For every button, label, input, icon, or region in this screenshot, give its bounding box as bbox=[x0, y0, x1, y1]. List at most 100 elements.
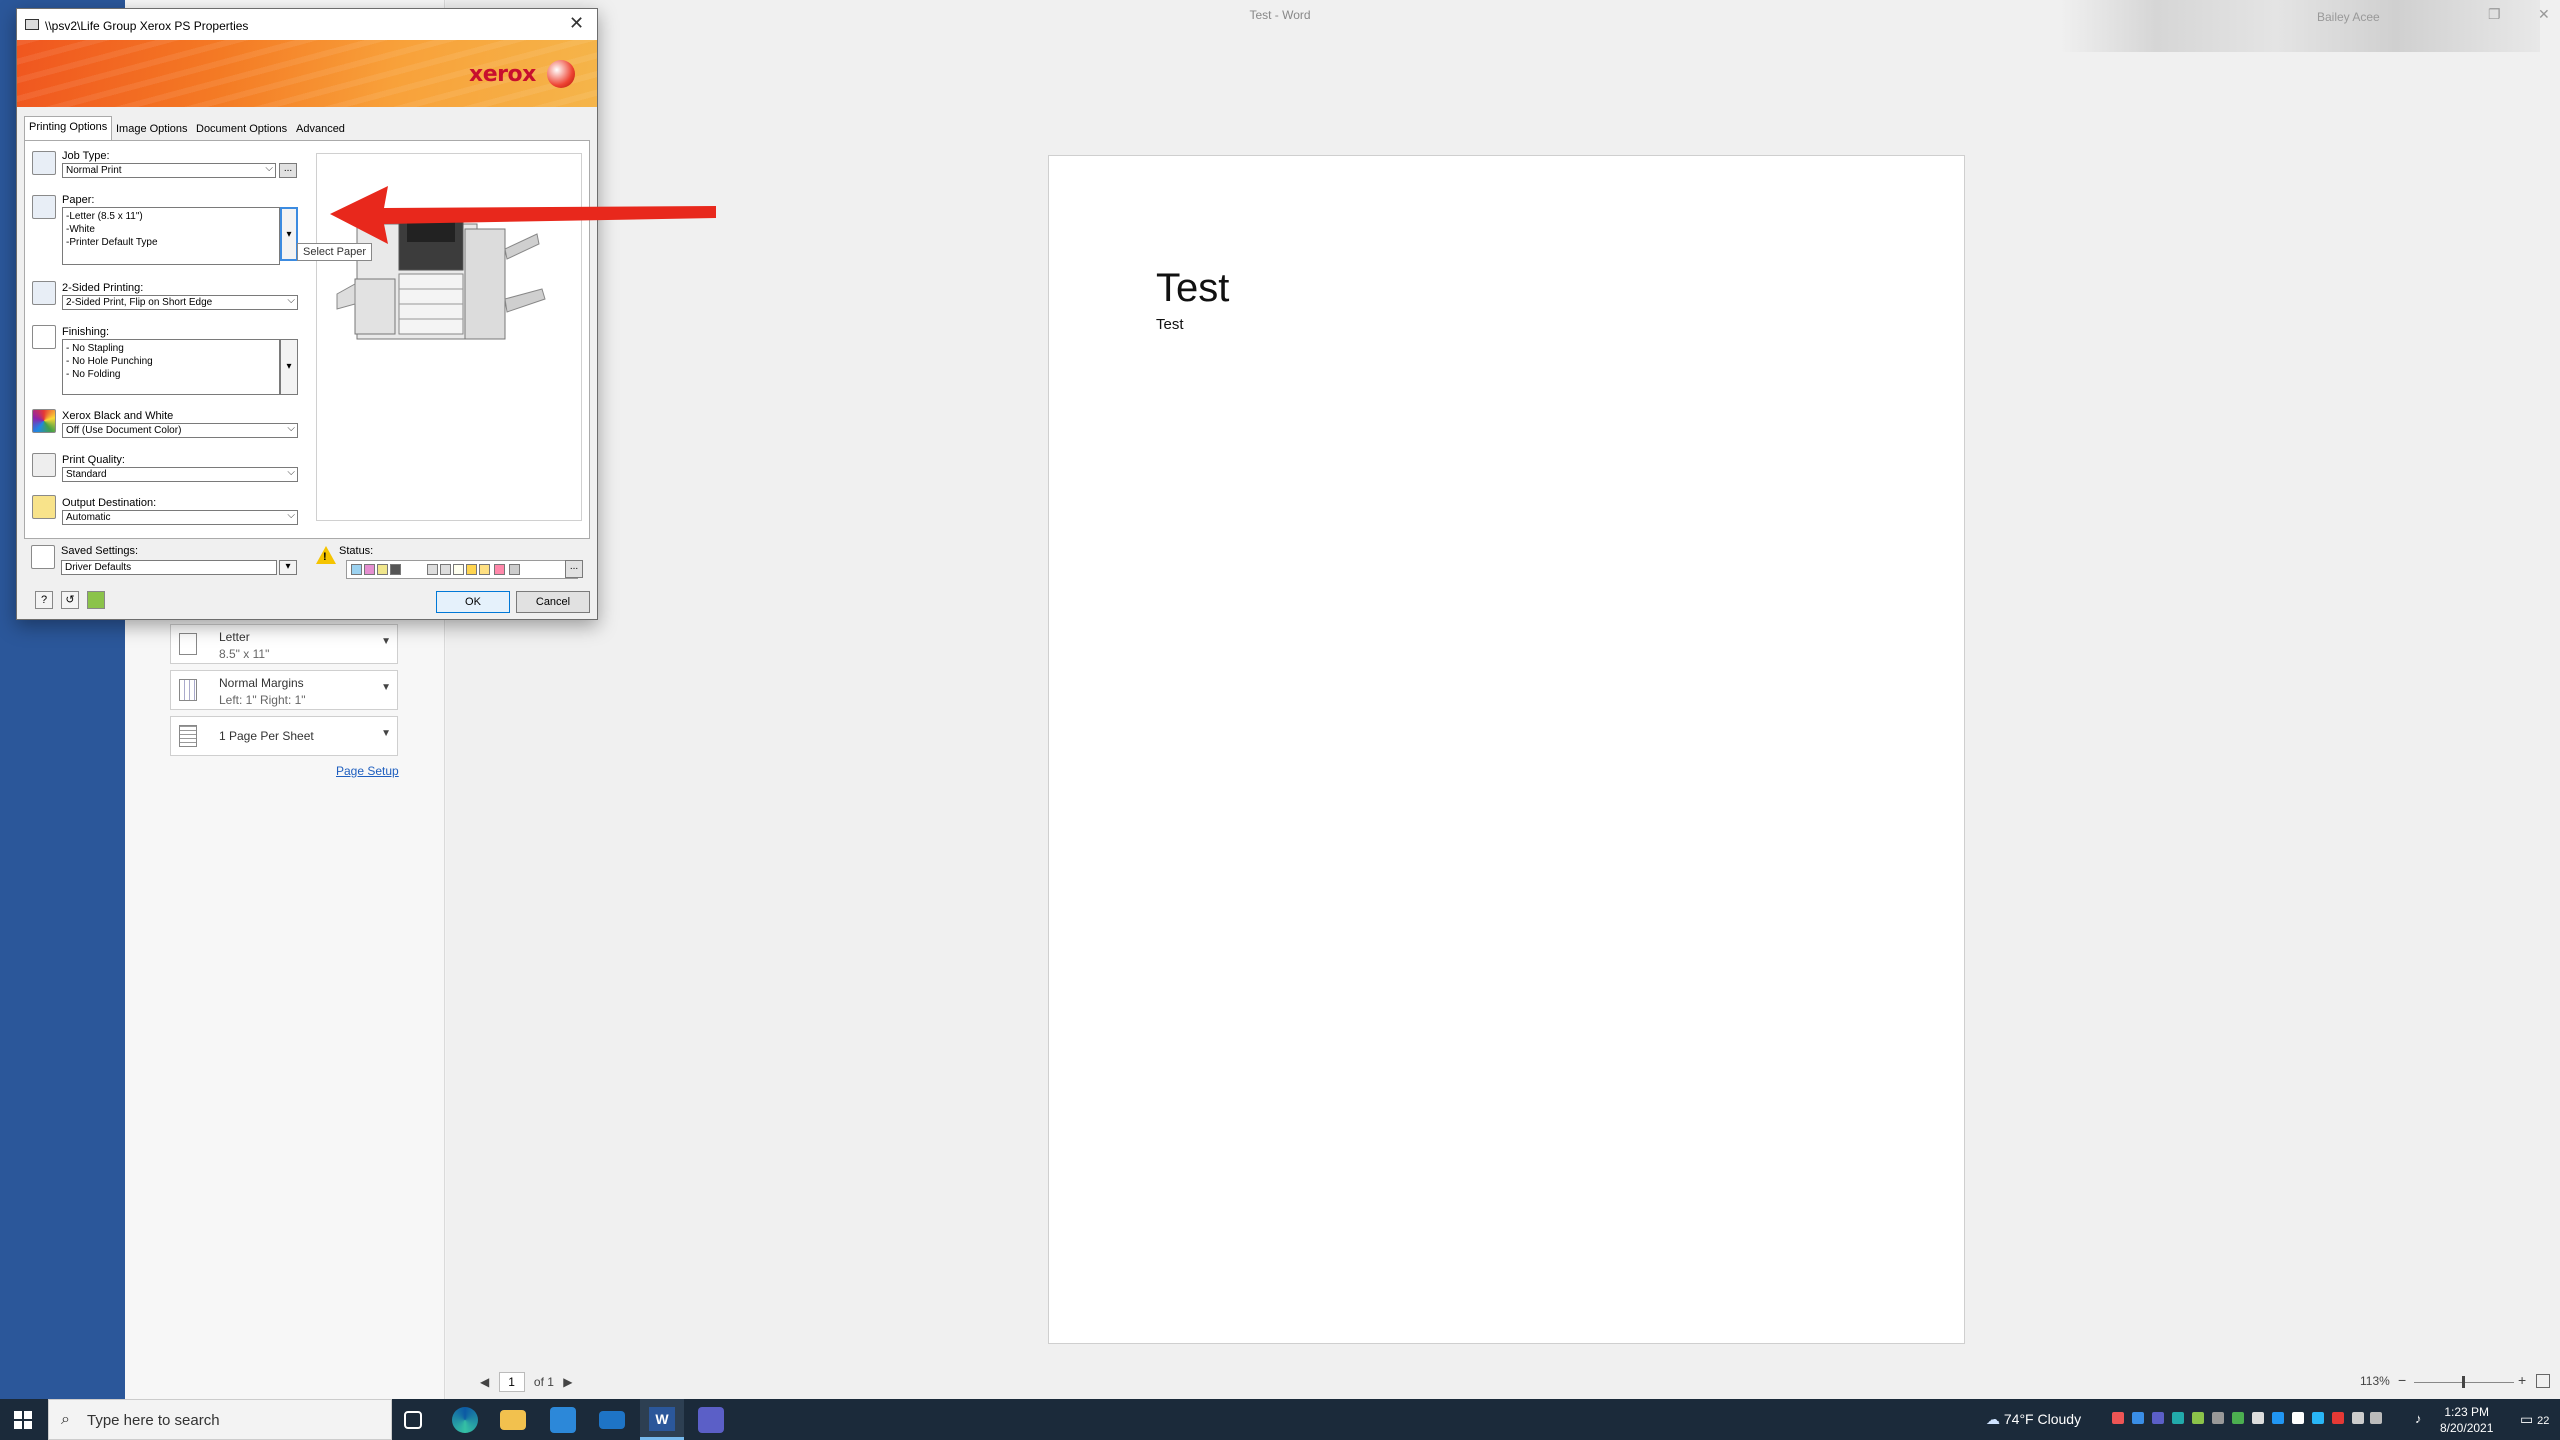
cancel-button[interactable]: Cancel bbox=[516, 591, 590, 613]
word-icon: W bbox=[649, 1407, 675, 1431]
two-sided-select[interactable]: 2-Sided Print, Flip on Short Edge ⌵ bbox=[62, 295, 298, 310]
teams-tray-icon[interactable] bbox=[2152, 1412, 2164, 1424]
dialog-title: \\psv2\Life Group Xerox PS Properties bbox=[45, 19, 249, 33]
close-icon[interactable]: ✕ bbox=[569, 13, 584, 34]
chevron-down-icon: ⌵ bbox=[265, 163, 273, 174]
zoom-out-icon[interactable]: − bbox=[2398, 1372, 2406, 1388]
color-mode-icon bbox=[32, 409, 56, 433]
output-destination-select[interactable]: Automatic ⌵ bbox=[62, 510, 298, 525]
tray-app-icon[interactable] bbox=[2172, 1412, 2184, 1424]
weather-widget[interactable]: ☁ 74°F Cloudy bbox=[1986, 1411, 2081, 1428]
finishing-summary-box[interactable]: - No Stapling - No Hole Punching - No Fo… bbox=[62, 339, 280, 395]
job-type-icon bbox=[32, 151, 56, 175]
print-quality-select[interactable]: Standard ⌵ bbox=[62, 467, 298, 482]
chevron-down-icon: ⌵ bbox=[287, 295, 295, 306]
paper-size-setting[interactable]: Letter 8.5" x 11" ▼ bbox=[170, 624, 398, 664]
tray-app-icon[interactable] bbox=[2312, 1412, 2324, 1424]
warning-mark: ! bbox=[323, 551, 327, 563]
onedrive-icon[interactable] bbox=[2132, 1412, 2144, 1424]
tray-app-icon[interactable] bbox=[2232, 1412, 2244, 1424]
tray-app-icon[interactable] bbox=[2292, 1412, 2304, 1424]
paper-size-icon bbox=[179, 633, 197, 655]
print-quality-label: Print Quality: bbox=[62, 454, 125, 466]
paper-color-line: -White bbox=[66, 224, 95, 235]
job-type-select[interactable]: Normal Print ⌵ bbox=[62, 163, 276, 178]
status-more-button[interactable]: ... bbox=[565, 560, 583, 578]
close-icon[interactable]: ✕ bbox=[2538, 6, 2550, 23]
finishing-dropdown-button[interactable]: ▾ bbox=[280, 339, 298, 395]
taskbar-search-box[interactable]: ⌕ Type here to search bbox=[48, 1399, 392, 1440]
document-body-text: Test bbox=[1156, 316, 1184, 333]
status-tray-strip[interactable] bbox=[346, 560, 578, 579]
job-type-label: Job Type: bbox=[62, 150, 110, 162]
bluetooth-icon[interactable] bbox=[2272, 1412, 2284, 1424]
account-name[interactable]: Bailey Acee bbox=[2317, 10, 2380, 24]
help-button[interactable]: ? bbox=[35, 591, 53, 609]
black-white-label: Xerox Black and White bbox=[62, 410, 174, 422]
saved-settings-dropdown-button[interactable]: ▾ bbox=[279, 560, 297, 575]
page-count: of 1 bbox=[533, 1375, 554, 1389]
next-page-icon[interactable]: ▶ bbox=[563, 1375, 572, 1389]
tab-advanced[interactable]: Advanced bbox=[292, 119, 349, 141]
hole-punching-line: - No Hole Punching bbox=[66, 356, 153, 367]
file-explorer-icon[interactable] bbox=[500, 1410, 526, 1430]
search-icon: ⌕ bbox=[61, 1411, 70, 1428]
task-view-icon[interactable] bbox=[404, 1411, 422, 1429]
page-number-input[interactable] bbox=[498, 1372, 525, 1392]
network-icon[interactable] bbox=[2370, 1412, 2382, 1424]
black-white-select[interactable]: Off (Use Document Color) ⌵ bbox=[62, 423, 298, 438]
tab-document-options[interactable]: Document Options bbox=[192, 119, 291, 141]
tray-app-icon[interactable] bbox=[2112, 1412, 2124, 1424]
reset-icon[interactable]: ↺ bbox=[61, 591, 79, 609]
paper-summary-box[interactable]: -Letter (8.5 x 11") -White -Printer Defa… bbox=[62, 207, 280, 265]
notification-count: 22 bbox=[2537, 1415, 2550, 1427]
previous-page-icon[interactable]: ◀ bbox=[480, 1375, 489, 1389]
volume-icon[interactable]: ♪ bbox=[2415, 1411, 2422, 1426]
ok-button[interactable]: OK bbox=[436, 591, 510, 613]
zoom-in-icon[interactable]: + bbox=[2518, 1372, 2526, 1388]
chevron-down-icon: ⌵ bbox=[287, 423, 295, 434]
store-icon[interactable] bbox=[550, 1407, 576, 1433]
tray-app-icon[interactable] bbox=[2192, 1412, 2204, 1424]
tab-image-options[interactable]: Image Options bbox=[112, 119, 192, 141]
annotation-arrow-shape bbox=[330, 186, 716, 244]
dialog-titlebar[interactable]: \\psv2\Life Group Xerox PS Properties ✕ bbox=[17, 9, 597, 40]
paper-size-title: Letter bbox=[219, 630, 250, 644]
stapling-line: - No Stapling bbox=[66, 343, 124, 354]
finishing-label: Finishing: bbox=[62, 326, 110, 338]
eco-settings-icon[interactable] bbox=[87, 591, 105, 609]
margins-setting[interactable]: Normal Margins Left: 1" Right: 1" ▼ bbox=[170, 670, 398, 710]
tray-app-icon[interactable] bbox=[2332, 1412, 2344, 1424]
taskbar-clock[interactable]: 1:23 PM 8/20/2021 bbox=[2440, 1404, 2493, 1436]
zoom-to-page-icon[interactable] bbox=[2536, 1374, 2550, 1388]
tray-app-icon[interactable] bbox=[2212, 1412, 2224, 1424]
job-type-more-button[interactable]: ... bbox=[279, 163, 297, 178]
annotation-arrow bbox=[330, 186, 716, 244]
taskbar: ⌕ Type here to search W ☁ 74°F Cloudy ♪ … bbox=[0, 1399, 2560, 1440]
pages-per-sheet-setting[interactable]: 1 Page Per Sheet ▼ bbox=[170, 716, 398, 756]
chevron-down-icon: ▼ bbox=[381, 728, 391, 739]
teams-icon[interactable] bbox=[698, 1407, 724, 1433]
select-paper-button[interactable]: ▾ bbox=[280, 207, 298, 261]
tray-app-icon[interactable] bbox=[2252, 1412, 2264, 1424]
system-tray bbox=[2112, 1412, 2382, 1428]
saved-settings-input[interactable]: Driver Defaults bbox=[61, 560, 277, 575]
folding-line: - No Folding bbox=[66, 369, 121, 380]
weather-text: 74°F Cloudy bbox=[2003, 1411, 2082, 1427]
word-taskbar-button[interactable]: W bbox=[640, 1399, 684, 1440]
zoom-level[interactable]: 113% bbox=[2360, 1374, 2390, 1388]
notification-center-icon[interactable]: ▭ 22 bbox=[2520, 1411, 2549, 1428]
restore-icon[interactable]: ❐ bbox=[2488, 6, 2501, 23]
tray-status-icon bbox=[509, 564, 520, 575]
print-quality-icon bbox=[32, 453, 56, 477]
printer-icon bbox=[25, 19, 39, 30]
page-setup-link[interactable]: Page Setup bbox=[336, 764, 399, 778]
mail-icon[interactable] bbox=[599, 1411, 625, 1429]
xerox-logo: xerox bbox=[469, 62, 536, 87]
zoom-slider-knob[interactable] bbox=[2462, 1376, 2465, 1388]
edge-browser-icon[interactable] bbox=[452, 1407, 478, 1433]
tab-printing-options[interactable]: Printing Options bbox=[24, 116, 113, 141]
windows-start-icon[interactable] bbox=[14, 1411, 32, 1429]
output-destination-icon bbox=[32, 495, 56, 519]
battery-icon[interactable] bbox=[2352, 1412, 2364, 1424]
